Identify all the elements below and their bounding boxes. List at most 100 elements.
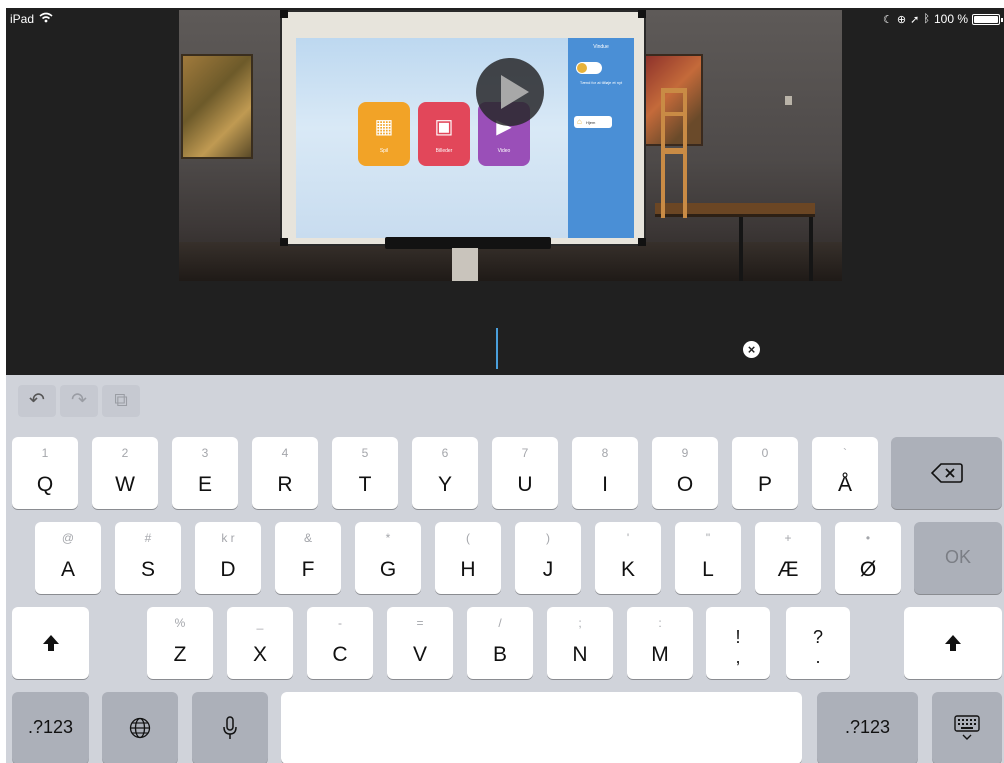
exclamation-comma-key[interactable]: ! ,: [706, 607, 770, 679]
dictation-key[interactable]: [192, 692, 268, 763]
home-button: Hjem: [574, 116, 612, 128]
shift-key-left[interactable]: [12, 607, 89, 679]
key-char: Y: [437, 473, 452, 496]
key-char: S: [140, 558, 155, 581]
key-alt-char: /: [498, 616, 502, 630]
key-char: R: [277, 473, 293, 496]
numbers-key-left[interactable]: .?123: [12, 692, 89, 763]
chair: [657, 88, 691, 218]
key-alt-char: `: [843, 446, 847, 460]
key-l[interactable]: " L: [675, 522, 741, 594]
key-char: Q: [36, 473, 54, 496]
shift-icon: [12, 607, 89, 679]
key-alt-char: 0: [761, 446, 769, 460]
app-tile-spil: ▦ Spil: [358, 102, 410, 166]
key-u[interactable]: 7U: [492, 437, 558, 509]
key-o[interactable]: 9O: [652, 437, 718, 509]
key-alt-char: #: [144, 531, 152, 545]
key-j[interactable]: ) J: [515, 522, 581, 594]
key-alt-char: (: [466, 531, 470, 545]
battery-percent: 100 %: [933, 12, 968, 26]
key-r[interactable]: 4R: [252, 437, 318, 509]
numbers-label: .?123: [27, 717, 74, 737]
key-f[interactable]: & F: [275, 522, 341, 594]
space-bar[interactable]: [281, 692, 802, 763]
question-period-key[interactable]: ? .: [786, 607, 850, 679]
key-s[interactable]: # S: [115, 522, 181, 594]
key-alt-char: ;: [578, 616, 582, 630]
backspace-key[interactable]: [891, 437, 1002, 509]
sidebar-title: Vindue: [593, 44, 609, 50]
redo-icon[interactable]: ↷: [60, 385, 98, 417]
battery-icon: [972, 13, 1003, 25]
key-top-char: ?: [812, 627, 823, 647]
key-char: Z: [173, 643, 187, 666]
key-alt-char: :: [658, 616, 662, 630]
key-n[interactable]: ; N: [547, 607, 613, 679]
bluetooth-icon: ᛒ: [923, 13, 930, 25]
shortcut-bar: ↶ ↷ ⧉: [18, 385, 140, 417]
app-tile-label: Spil: [379, 148, 389, 154]
undo-icon[interactable]: ↶: [18, 385, 56, 417]
key-m[interactable]: :M: [627, 607, 693, 679]
key-alt-char: 4: [281, 446, 289, 460]
key-ø[interactable]: • Ø: [835, 522, 901, 594]
rotation-lock-icon: ⊕: [896, 13, 907, 26]
key-char: W: [115, 473, 135, 496]
status-right: ☾ ⊕ ➚ ᛒ 100 %: [883, 12, 1003, 26]
key-i[interactable]: 8I: [572, 437, 638, 509]
key-char: V: [412, 643, 427, 666]
globe-icon: [102, 692, 178, 763]
key-c[interactable]: -C: [307, 607, 373, 679]
video-preview[interactable]: ▦ Spil ▣ Billeder ▶ Video Vindue Tænd fo…: [179, 10, 842, 281]
key-alt-char: +: [784, 531, 792, 545]
key-alt-char: 8: [601, 446, 609, 460]
key-t[interactable]: 5T: [332, 437, 398, 509]
key-char: T: [358, 473, 372, 496]
wall-painting-left: [181, 54, 253, 159]
key-k[interactable]: ' K: [595, 522, 661, 594]
globe-key[interactable]: [102, 692, 178, 763]
key-alt-char: 2: [121, 446, 129, 460]
ipad-screen: iPad 04.47 ☾ ⊕ ➚ ᛒ 100 %: [6, 8, 1004, 763]
app-tile-label: Billeder: [435, 148, 453, 154]
key-h[interactable]: (H: [435, 522, 501, 594]
key-g[interactable]: * G: [355, 522, 421, 594]
key-q[interactable]: 1Q: [12, 437, 78, 509]
dismiss-keyboard-key[interactable]: [932, 692, 1002, 763]
key-alt-char: ': [626, 531, 630, 545]
onscreen-keyboard: ↶ ↷ ⧉ 1 Q 2 W 3 E 4 R 5 T 6 Y 7 U 8 I 9 O 0 P ` Å @ A # Sk r D & F *…: [6, 375, 1004, 763]
microphone-icon: [192, 692, 268, 763]
key-alt-char: -: [338, 616, 342, 630]
key-b[interactable]: / B: [467, 607, 533, 679]
key-v[interactable]: = V: [387, 607, 453, 679]
text-cursor[interactable]: [496, 328, 498, 369]
key-w[interactable]: 2W: [92, 437, 158, 509]
key-d[interactable]: k r D: [195, 522, 261, 594]
numbers-key-right[interactable]: .?123: [817, 692, 918, 763]
paste-icon[interactable]: ⧉: [102, 385, 140, 417]
key-alt-char: =: [416, 616, 424, 630]
projected-app-screen: ▦ Spil ▣ Billeder ▶ Video Vindue Tænd fo…: [296, 38, 634, 238]
key-y[interactable]: 6Y: [412, 437, 478, 509]
image-icon: ▣: [434, 116, 454, 138]
key-æ[interactable]: + Æ: [755, 522, 821, 594]
play-button[interactable]: [476, 58, 544, 126]
key-e[interactable]: 3E: [172, 437, 238, 509]
key-z[interactable]: % Z: [147, 607, 213, 679]
key-alt-char: @: [61, 531, 75, 545]
key-p[interactable]: 0P: [732, 437, 798, 509]
key-a[interactable]: @ A: [35, 522, 101, 594]
key-char: O: [676, 473, 694, 496]
key-bottom-char: ,: [735, 647, 741, 667]
stand-leg: [452, 248, 478, 281]
ok-key[interactable]: OK: [914, 522, 1002, 594]
key-char: M: [651, 643, 669, 666]
key-å[interactable]: ` Å: [812, 437, 878, 509]
clear-text-button[interactable]: ×: [743, 341, 760, 358]
key-char: K: [620, 558, 635, 581]
ok-label: OK: [944, 547, 971, 567]
shift-icon: [904, 607, 1002, 679]
shift-key-right[interactable]: [904, 607, 1002, 679]
key-x[interactable]: _ X: [227, 607, 293, 679]
